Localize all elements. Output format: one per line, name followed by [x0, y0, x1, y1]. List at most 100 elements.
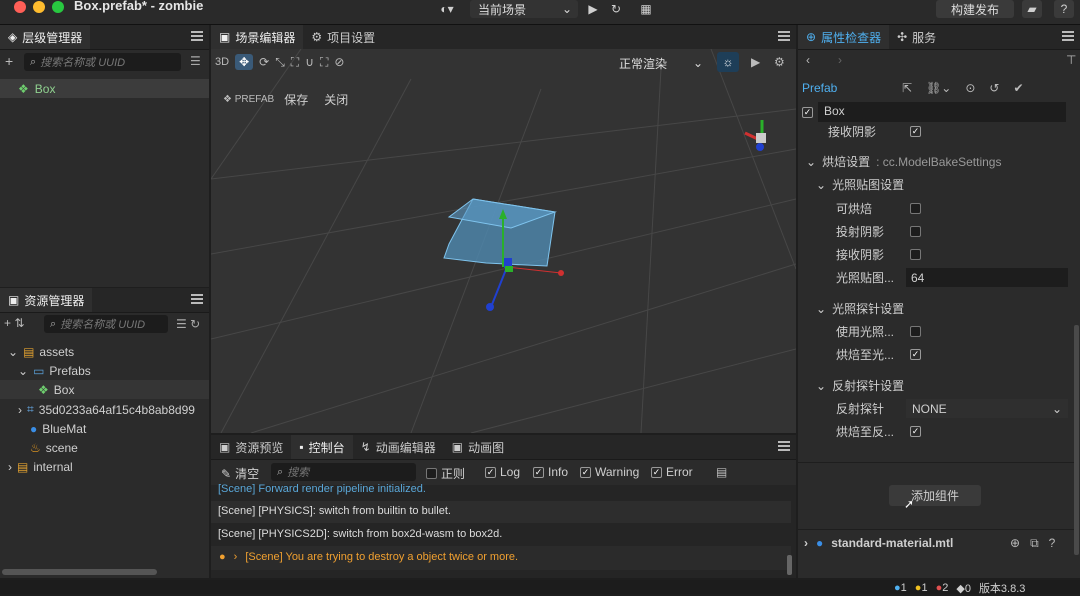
log-filter[interactable]: ✓ Log: [485, 465, 520, 479]
info-filter[interactable]: ✓ Info: [533, 465, 568, 479]
pivot-icon[interactable]: ⛶: [320, 55, 328, 70]
scale-tool-icon[interactable]: ⤡: [275, 55, 285, 70]
help-icon[interactable]: ?: [1049, 536, 1056, 551]
info-count-badge[interactable]: ●1: [894, 582, 907, 594]
console-warning-row[interactable]: ● › [Scene] You are trying to destroy a ob…: [219, 551, 518, 563]
error-count-badge[interactable]: ●2: [936, 582, 949, 594]
tab-console[interactable]: ▪ 控制台: [291, 435, 353, 459]
tab-project-settings[interactable]: ⚙ 项目设置: [303, 25, 383, 49]
asset-item-scene[interactable]: ♨ scene: [30, 438, 78, 457]
folder-icon[interactable]: ▰: [1022, 0, 1042, 18]
tab-assets[interactable]: ▣ 资源管理器: [0, 288, 93, 312]
lightmap-group-header[interactable]: ⌄ 光照贴图设置: [816, 175, 904, 194]
maximize-window-button[interactable]: [52, 1, 64, 13]
error-checkbox[interactable]: ✓: [651, 466, 662, 478]
log-checkbox[interactable]: ✓: [485, 466, 496, 478]
tab-animation-editor[interactable]: ↯ 动画编辑器: [353, 435, 444, 459]
cast-shadow-checkbox[interactable]: [910, 226, 921, 237]
bake-to-probe-checkbox[interactable]: ✓: [910, 349, 921, 360]
asset-item-box[interactable]: ❖ Box: [0, 380, 209, 399]
asset-item-prefabs[interactable]: ⌄ ▭ Prefabs: [18, 361, 91, 380]
pin-icon[interactable]: ⊤: [1066, 53, 1076, 67]
light-toggle-icon[interactable]: ☼: [717, 52, 739, 72]
layout-icon[interactable]: ◐▾: [430, 0, 464, 18]
locate-icon[interactable]: ⊕: [1010, 536, 1020, 551]
tab-animation-graph[interactable]: ▣ 动画图: [444, 435, 512, 459]
console-search-input[interactable]: ⌕ 搜索: [271, 463, 416, 481]
move-tool-icon[interactable]: ✥: [235, 54, 254, 70]
tab-asset-preview[interactable]: ▣ 资源预览: [211, 435, 291, 459]
hierarchy-search-input[interactable]: ⌕ 搜索名称或 UUID: [24, 53, 181, 71]
warning-count-badge[interactable]: ●1: [915, 582, 928, 594]
camera-icon[interactable]: ▶: [751, 55, 760, 69]
render-mode-select[interactable]: 正常渲染 ⌄: [619, 54, 703, 72]
link-icon[interactable]: ⛓⌄: [926, 81, 951, 95]
copy-icon[interactable]: ⧉: [1030, 536, 1039, 551]
regex-checkbox[interactable]: [426, 468, 437, 479]
info-checkbox[interactable]: ✓: [533, 466, 544, 478]
rect-tool-icon[interactable]: ⛶: [291, 55, 299, 70]
warning-filter[interactable]: ✓ Warning: [580, 465, 639, 479]
scene-select[interactable]: 当前场景 ⌄: [470, 0, 578, 18]
menu-icon[interactable]: [191, 31, 203, 41]
assets-search-input[interactable]: ⌕ 搜索名称或 UUID: [44, 315, 168, 333]
warning-checkbox[interactable]: ✓: [580, 466, 591, 478]
receive-shadow-checkbox[interactable]: [910, 249, 921, 260]
clear-button[interactable]: ✎ 清空: [221, 465, 259, 482]
menu-icon[interactable]: [1062, 31, 1074, 41]
edit-icon[interactable]: ⇱: [902, 81, 912, 95]
lightmap-size-input[interactable]: 64: [906, 268, 1068, 287]
tool-3d-button[interactable]: 3D: [215, 56, 229, 68]
forward-icon[interactable]: ›: [838, 53, 842, 67]
asset-item-assets[interactable]: ⌄ ▤ assets: [8, 342, 74, 361]
material-row[interactable]: › ● standard-material.mtl: [804, 533, 953, 552]
help-icon[interactable]: ?: [1054, 0, 1074, 18]
horizontal-scrollbar[interactable]: [2, 569, 157, 575]
refresh-icon[interactable]: ↻: [608, 0, 624, 18]
back-icon[interactable]: ‹: [806, 53, 810, 67]
bake-settings-header[interactable]: ⌄ 烘焙设置: cc.ModelBakeSettings: [806, 152, 1001, 171]
tab-services[interactable]: ✣ 服务: [889, 25, 944, 49]
publish-button[interactable]: 构建发布: [936, 0, 1014, 18]
add-icon[interactable]: +: [5, 53, 13, 69]
grid-snap-icon[interactable]: ⊘: [334, 55, 344, 69]
add-icon[interactable]: + ⇅: [4, 316, 24, 330]
bake-to-reflection-checkbox[interactable]: ✓: [910, 426, 921, 437]
rotate-tool-icon[interactable]: ⟳: [259, 55, 269, 69]
menu-icon[interactable]: [191, 294, 203, 304]
reflection-probe-select[interactable]: NONE ⌄: [906, 399, 1068, 418]
add-component-button[interactable]: 添加组件: [889, 485, 981, 506]
sort-icon[interactable]: ☰: [190, 54, 201, 68]
regex-filter[interactable]: 正则: [426, 465, 465, 482]
probe-group-header[interactable]: ⌄ 光照探针设置: [816, 299, 904, 318]
qr-icon[interactable]: ▦: [638, 0, 654, 18]
tab-inspector[interactable]: ⊕ 属性检查器: [798, 25, 890, 49]
menu-icon[interactable]: [778, 31, 790, 41]
log-file-icon[interactable]: ▤: [716, 465, 727, 479]
node-active-checkbox[interactable]: ✓: [802, 106, 813, 118]
bakeable-checkbox[interactable]: [910, 203, 921, 214]
inspector-scrollbar[interactable]: [1074, 325, 1079, 555]
tab-hierarchy[interactable]: ◈ 层级管理器: [0, 25, 91, 49]
apply-icon[interactable]: ✔: [1013, 81, 1023, 95]
console-scrollbar[interactable]: [787, 555, 792, 575]
other-count-badge[interactable]: ◆0: [956, 582, 971, 595]
tab-scene-editor[interactable]: ▣ 场景编辑器: [211, 25, 304, 49]
asset-item-internal[interactable]: › ▤ internal: [8, 457, 73, 476]
sort-icon[interactable]: ☰ ↻: [176, 317, 200, 331]
reflection-group-header[interactable]: ⌄ 反射探针设置: [816, 376, 904, 395]
use-probe-checkbox[interactable]: [910, 326, 921, 337]
revert-icon[interactable]: ↺: [989, 81, 999, 95]
save-prefab-button[interactable]: 保存: [284, 91, 308, 108]
magnet-tool-icon[interactable]: ∪: [305, 55, 314, 69]
error-filter[interactable]: ✓ Error: [651, 465, 693, 479]
close-window-button[interactable]: [14, 1, 26, 13]
node-name-field[interactable]: [818, 102, 1066, 122]
close-prefab-button[interactable]: 关闭: [324, 91, 348, 108]
hierarchy-item-box[interactable]: ❖ Box: [0, 79, 209, 98]
locate-icon[interactable]: ⊙: [965, 81, 975, 95]
gear-icon[interactable]: ⚙: [774, 55, 785, 69]
receive-shadow-checkbox-top[interactable]: ✓: [910, 126, 921, 137]
menu-icon[interactable]: [778, 441, 790, 451]
asset-item-uuid[interactable]: › ⌗ 35d0233a64af15c4b8ab8d99: [18, 400, 209, 419]
